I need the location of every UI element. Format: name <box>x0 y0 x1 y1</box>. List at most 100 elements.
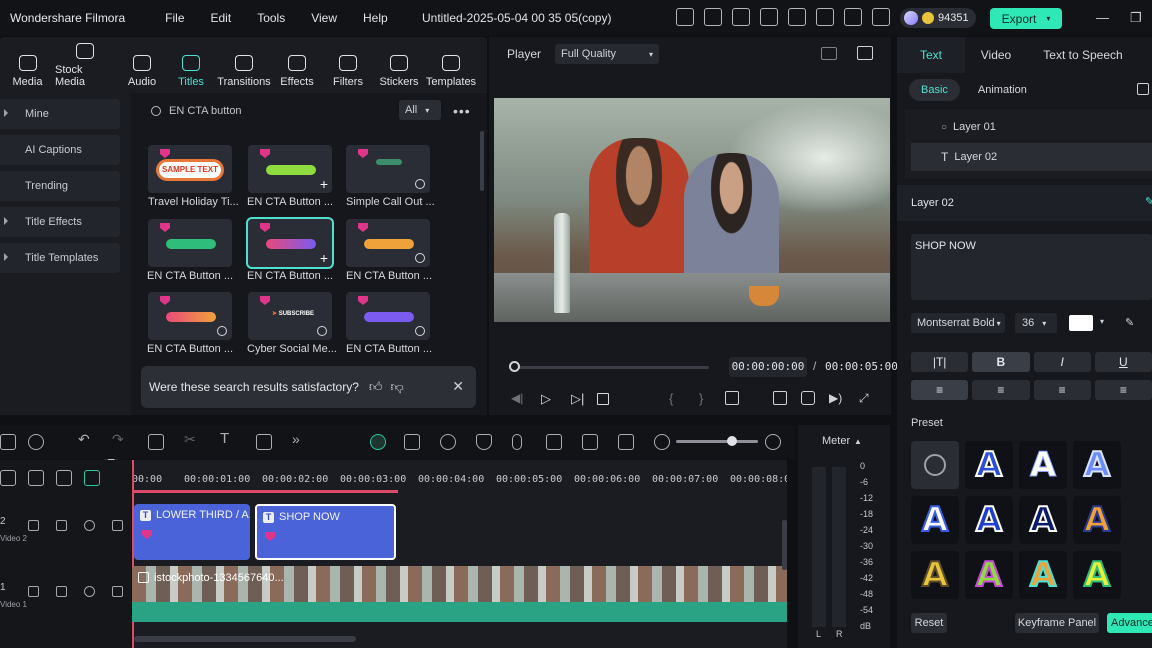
lock-icon[interactable] <box>112 586 123 597</box>
title-thumbnail[interactable] <box>346 145 430 193</box>
letter-spacing-icon[interactable]: |T| <box>911 352 969 372</box>
tab-transitions[interactable]: Transitions <box>213 37 275 93</box>
select-tool-icon[interactable] <box>28 434 44 450</box>
layout-icon[interactable] <box>760 8 778 26</box>
fit-icon[interactable] <box>618 434 634 450</box>
picture-in-picture-icon[interactable] <box>582 434 598 450</box>
microphone-icon[interactable] <box>512 434 522 450</box>
headset-icon[interactable] <box>844 8 862 26</box>
avatar[interactable] <box>904 11 918 25</box>
preset-style[interactable]: A <box>911 551 959 599</box>
play-icon[interactable]: ▷ <box>541 391 555 406</box>
download-icon[interactable] <box>317 326 327 336</box>
preset-style[interactable]: A <box>911 496 959 544</box>
chevron-down-icon[interactable]: ▾ <box>1100 317 1104 326</box>
title-thumbnail[interactable] <box>346 292 430 340</box>
speaker-icon[interactable] <box>56 520 67 531</box>
tab-titles[interactable]: Titles <box>169 37 213 93</box>
video-clip[interactable]: istockphoto-1334567640... <box>132 566 787 602</box>
lock-icon[interactable] <box>112 520 123 531</box>
preset-style[interactable]: A <box>1073 441 1121 489</box>
playback-scrubber[interactable] <box>509 366 709 369</box>
video-preview[interactable] <box>494 98 890 322</box>
sidebar-item-trending[interactable]: Trending <box>0 171 120 201</box>
more-options-icon[interactable]: ••• <box>453 103 471 119</box>
sidebar-item-title-templates[interactable]: Title Templates <box>0 243 120 273</box>
preset-style[interactable]: A <box>965 441 1013 489</box>
sidebar-item-title-effects[interactable]: Title Effects <box>0 207 120 237</box>
image-icon[interactable] <box>857 46 873 60</box>
speaker-icon[interactable] <box>56 586 67 597</box>
download-icon[interactable] <box>415 179 425 189</box>
tab-text-to-speech[interactable]: Text to Speech <box>1027 37 1139 73</box>
edit-icon[interactable]: ✎ <box>1145 195 1152 208</box>
tab-audio[interactable]: Audio <box>115 37 169 93</box>
title-thumbnail[interactable]: + <box>248 145 332 193</box>
font-size-dropdown[interactable]: 36 ▾ <box>1015 313 1057 333</box>
tab-effects[interactable]: Effects <box>275 37 319 93</box>
download-icon[interactable] <box>415 326 425 336</box>
title-thumbnail[interactable] <box>148 219 232 267</box>
zoom-in-icon[interactable] <box>765 434 781 450</box>
align-left-icon[interactable]: ≡ <box>911 380 969 400</box>
eye-icon[interactable] <box>84 520 95 531</box>
timeline-horizontal-scrollbar[interactable] <box>134 636 356 642</box>
timeline-area[interactable]: 00:00 00:00:01:00 00:00:02:00 00:00:03:0… <box>132 460 787 648</box>
save-preset-icon[interactable] <box>1137 83 1149 95</box>
track-manager-icon[interactable] <box>56 470 72 486</box>
minimize-icon[interactable]: — <box>1096 10 1109 25</box>
align-justify-icon[interactable]: ≡ <box>1094 380 1152 400</box>
tab-filters[interactable]: Filters <box>319 37 377 93</box>
title-thumbnail[interactable] <box>148 292 232 340</box>
quality-dropdown[interactable]: Full Quality ▾ <box>555 44 660 64</box>
title-thumbnail-selected[interactable]: + <box>246 217 334 269</box>
cloud-upload-icon[interactable] <box>816 8 834 26</box>
tab-stock-media[interactable]: Stock Media <box>55 37 115 93</box>
delete-icon[interactable] <box>148 434 164 450</box>
volume-icon[interactable]: ▶) <box>829 391 843 405</box>
download-icon[interactable] <box>217 326 227 336</box>
library-scrollbar[interactable] <box>480 131 484 191</box>
align-center-icon[interactable]: ≡ <box>972 380 1030 400</box>
subtab-basic[interactable]: Basic <box>909 79 960 101</box>
title-thumbnail[interactable]: ➤ SUBSCRIBE <box>248 292 332 340</box>
undo-icon[interactable]: ↶ <box>78 431 94 447</box>
task-icon[interactable] <box>732 8 750 26</box>
layer-item[interactable]: ○ Layer 01 <box>911 113 1152 141</box>
snapshot-icon[interactable] <box>801 391 815 405</box>
preset-style[interactable]: A <box>1073 551 1121 599</box>
zoom-slider-handle[interactable] <box>727 436 737 446</box>
folder-icon[interactable] <box>28 586 39 597</box>
add-track-icon[interactable] <box>0 470 16 486</box>
save-icon[interactable] <box>788 8 806 26</box>
add-icon[interactable]: + <box>320 176 328 192</box>
preset-none[interactable] <box>911 441 959 489</box>
layout-grid-icon[interactable] <box>0 434 16 450</box>
tab-templates[interactable]: Templates <box>421 37 481 93</box>
credits-badge[interactable]: 94351 <box>900 8 976 28</box>
tab-text[interactable]: Text <box>897 37 965 73</box>
send-icon[interactable] <box>704 8 722 26</box>
sidebar-item-mine[interactable]: Mine <box>0 99 120 129</box>
zoom-out-icon[interactable] <box>654 434 670 450</box>
caret-up-icon[interactable]: ▲ <box>854 437 862 446</box>
ai-video-icon[interactable] <box>404 434 420 450</box>
thumbs-up-icon[interactable]: 👍︎ <box>369 379 383 395</box>
menu-tools[interactable]: Tools <box>257 11 285 25</box>
zoom-slider[interactable] <box>676 440 758 443</box>
add-icon[interactable]: + <box>320 250 328 266</box>
layer-item-selected[interactable]: T Layer 02 <box>911 143 1152 171</box>
eye-icon[interactable] <box>84 586 95 597</box>
preset-style[interactable]: A <box>965 551 1013 599</box>
subtab-animation[interactable]: Animation <box>966 79 1039 101</box>
shop-now-clip[interactable]: T SHOP NOW <box>255 504 396 560</box>
search-input[interactable]: EN CTA button <box>169 105 242 117</box>
mark-out-icon[interactable]: } <box>699 391 713 406</box>
text-color-swatch[interactable] <box>1069 315 1093 331</box>
audio-list-icon[interactable] <box>546 434 562 450</box>
display-icon[interactable] <box>773 391 787 405</box>
text-input[interactable]: SHOP NOW <box>911 234 1152 300</box>
preset-style[interactable]: A <box>1019 496 1067 544</box>
fullscreen-icon[interactable]: ⤢ <box>859 391 873 405</box>
underline-button[interactable]: U <box>1094 352 1152 372</box>
